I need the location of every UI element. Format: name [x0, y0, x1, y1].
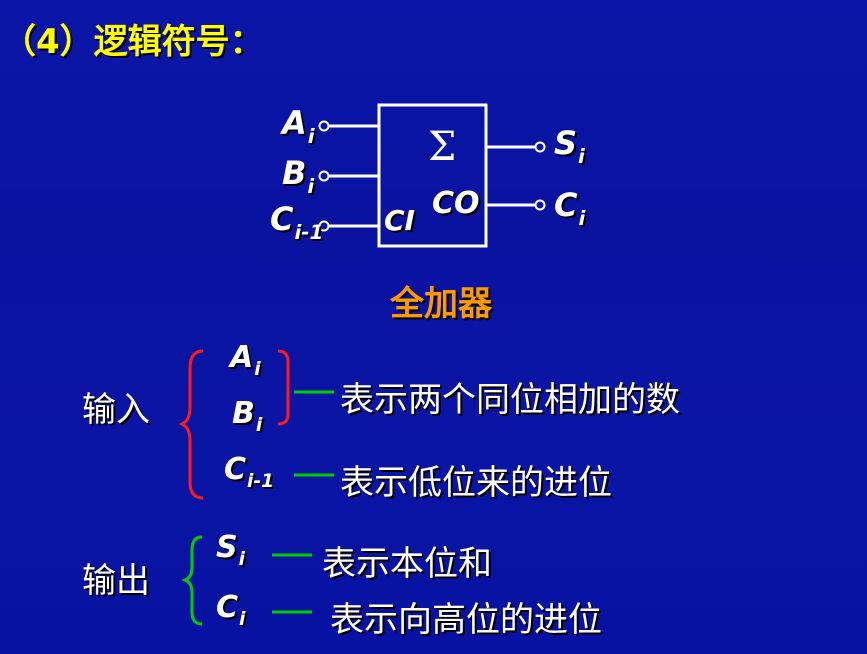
- output-pin-c: [534, 199, 546, 211]
- diagram-caption: 全加器: [390, 284, 492, 324]
- desc-c: 表示低位来的进位: [340, 463, 612, 503]
- ci-label: CI: [384, 204, 415, 237]
- sigma-symbol: Σ: [428, 124, 457, 170]
- input-b-label: Bi: [282, 154, 315, 198]
- input-pin-a: [318, 120, 330, 132]
- input-heading: 输入: [82, 390, 150, 430]
- input-ab-bracket: [277, 349, 290, 426]
- legend-output-c: Ci: [216, 590, 246, 631]
- legend-input-a: Ai: [230, 340, 261, 381]
- legend-input-b: Bi: [232, 396, 263, 437]
- input-big-brace: [178, 349, 204, 500]
- desc-ab: 表示两个同位相加的数: [340, 380, 680, 420]
- input-a-label: Ai: [282, 104, 315, 148]
- desc-s: 表示本位和: [322, 544, 492, 584]
- input-c-label: Ci-1: [270, 200, 324, 244]
- legend-output-s: Si: [216, 530, 245, 571]
- output-c-label: Ci: [554, 186, 586, 230]
- co-label: CO: [432, 186, 480, 221]
- desc-co: 表示向高位的进位: [330, 600, 602, 640]
- output-s-label: Si: [554, 124, 585, 168]
- input-pin-b: [318, 170, 330, 182]
- output-brace: [181, 535, 203, 626]
- output-heading: 输出: [82, 561, 150, 601]
- legend-input-c: Ci-1: [224, 452, 275, 493]
- output-pin-s: [534, 141, 546, 153]
